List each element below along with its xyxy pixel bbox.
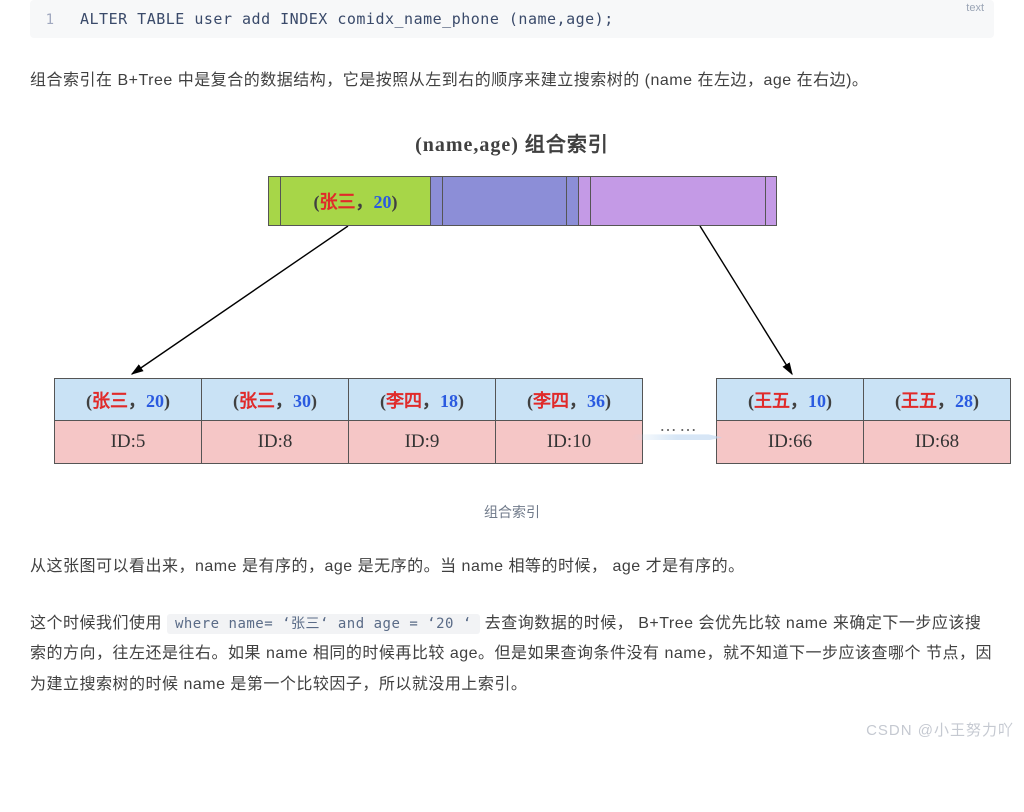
- leaf-id: ID:66: [717, 421, 863, 463]
- leaf-key: (张三，30): [202, 379, 348, 421]
- paragraph-observation: 从这张图可以看出来，name 是有序的，age 是无序的。当 name 相等的时…: [30, 552, 994, 582]
- inline-code-where: where name= ‘张三‘ and age = ‘20 ‘: [167, 614, 480, 634]
- leaf-node: (张三，20) ID:5: [54, 378, 202, 464]
- watermark: CSDN @小王努力吖: [866, 719, 1014, 740]
- paragraph-explanation: 这个时候我们使用 where name= ‘张三‘ and age = ‘20 …: [30, 609, 994, 700]
- leaf-ellipsis: ……: [642, 378, 716, 464]
- code-block: text 1 ALTER TABLE user add INDEX comidx…: [30, 0, 994, 38]
- code-line: 1 ALTER TABLE user add INDEX comidx_name…: [30, 10, 994, 28]
- tree-arrows: [42, 226, 982, 378]
- leaf-node: (王五，10) ID:66: [716, 378, 864, 464]
- leaf-key: (李四，18): [349, 379, 495, 421]
- diagram-title: (name,age) 组合索引: [415, 128, 609, 157]
- leaf-id: ID:9: [349, 421, 495, 463]
- composite-index-diagram: (name,age) 组合索引 (张三，20) (张三，20) ID:5 (张三…: [42, 122, 982, 492]
- leaf-node: (李四，36) ID:10: [495, 378, 643, 464]
- root-block-blue-narrow-2: [566, 176, 578, 226]
- leaf-node-row: (张三，20) ID:5 (张三，30) ID:8 (李四，18) ID:9 (…: [54, 378, 1010, 464]
- leaf-key: (李四，36): [496, 379, 642, 421]
- leaf-id: ID:5: [55, 421, 201, 463]
- leaf-link-arrow: [632, 434, 722, 440]
- root-block-green-key: (张三，20): [280, 176, 430, 226]
- leaf-node: (李四，18) ID:9: [348, 378, 496, 464]
- root-block-blue-narrow: [430, 176, 442, 226]
- leaf-key: (王五，10): [717, 379, 863, 421]
- leaf-id: ID:68: [864, 421, 1010, 463]
- root-block-purple-narrow-2: [765, 176, 777, 226]
- leaf-node: (张三，30) ID:8: [201, 378, 349, 464]
- leaf-key: (王五，28): [864, 379, 1010, 421]
- leaf-id: ID:8: [202, 421, 348, 463]
- code-language-label: text: [966, 2, 984, 14]
- line-number: 1: [30, 12, 80, 28]
- root-key: (张三，20): [314, 188, 398, 214]
- root-node-row: (张三，20): [268, 176, 777, 226]
- leaf-id: ID:10: [496, 421, 642, 463]
- root-block-purple-narrow: [578, 176, 590, 226]
- root-block-purple: [590, 176, 765, 226]
- paragraph-intro: 组合索引在 B+Tree 中是复合的数据结构，它是按照从左到右的顺序来建立搜索树…: [30, 66, 994, 96]
- figure-caption: 组合索引: [30, 502, 994, 522]
- code-content: ALTER TABLE user add INDEX comidx_name_p…: [80, 10, 614, 28]
- root-block-green-narrow: [268, 176, 280, 226]
- root-block-blue: [442, 176, 566, 226]
- leaf-node: (王五，28) ID:68: [863, 378, 1011, 464]
- leaf-key: (张三，20): [55, 379, 201, 421]
